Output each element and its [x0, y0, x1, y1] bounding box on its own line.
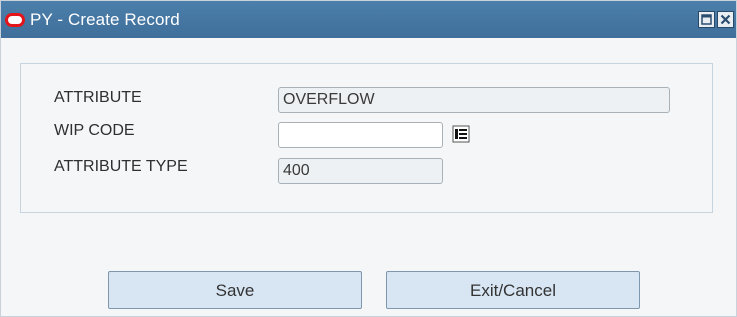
wip-code-label: WIP CODE [54, 122, 135, 139]
attribute-type-label: ATTRIBUTE TYPE [54, 158, 188, 175]
attribute-type-field: 400 [278, 158, 443, 184]
attribute-label: ATTRIBUTE [54, 89, 142, 106]
close-icon[interactable] [717, 11, 734, 28]
exit-cancel-button[interactable]: Exit/Cancel [386, 271, 640, 309]
save-button[interactable]: Save [108, 271, 362, 309]
title-bar[interactable]: PY - Create Record [1, 1, 736, 38]
list-of-values-icon[interactable] [451, 124, 471, 144]
wip-code-input[interactable] [278, 122, 443, 148]
attribute-field: OVERFLOW [278, 87, 670, 113]
window-title: PY - Create Record [30, 9, 180, 29]
oracle-logo-icon [5, 10, 25, 30]
window-controls [698, 11, 734, 28]
restore-icon[interactable] [698, 11, 715, 28]
create-record-window: PY - Create Record ATTRIBUTE OVERFLOW WI… [0, 0, 737, 317]
record-form-panel: ATTRIBUTE OVERFLOW WIP CODE ATTRIBUTE TY… [20, 63, 713, 213]
